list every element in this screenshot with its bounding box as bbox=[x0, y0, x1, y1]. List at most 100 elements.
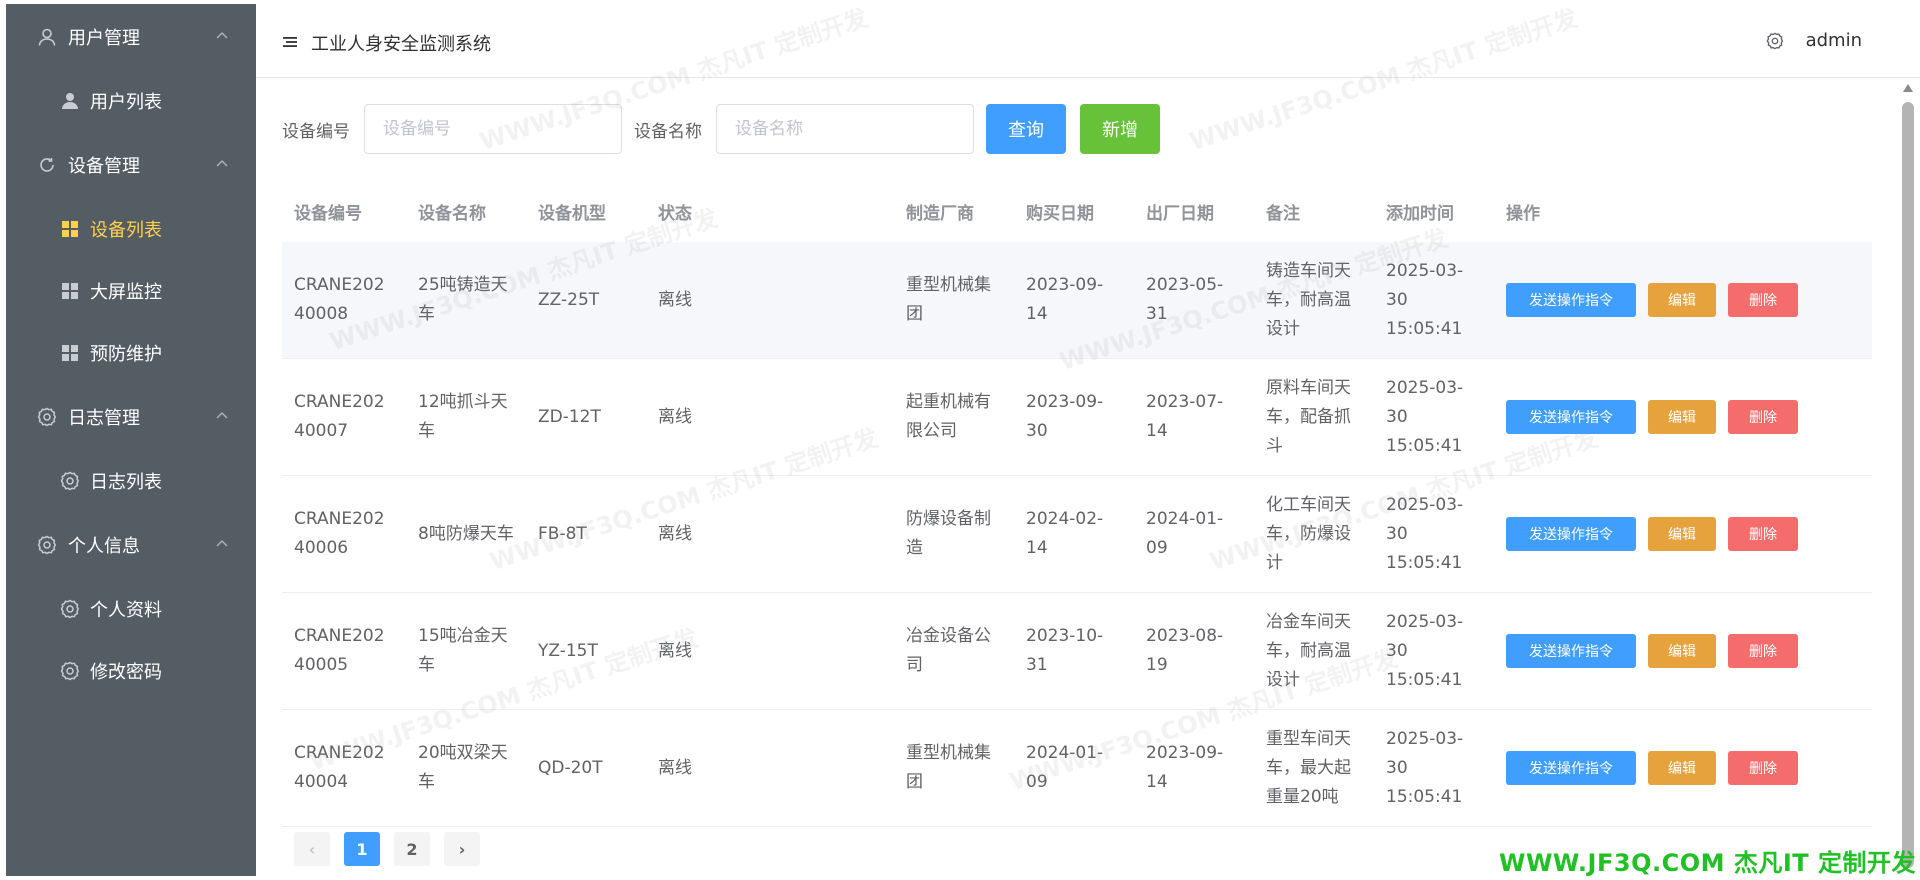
delete-button[interactable]: 删除 bbox=[1728, 634, 1798, 668]
device-name-input[interactable] bbox=[716, 104, 974, 154]
menu-toggle-icon[interactable] bbox=[282, 34, 298, 50]
table-row[interactable]: CRANE20240007 12吨抓斗天车 ZD-12T 离线 起重机械有限公司… bbox=[282, 359, 1872, 476]
cell-remark: 化工车间天车，防爆设计 bbox=[1266, 494, 1351, 573]
table-row[interactable]: CRANE20240008 25吨铸造天车 ZZ-25T 离线 重型机械集团 2… bbox=[282, 242, 1872, 359]
query-button[interactable]: 查询 bbox=[986, 104, 1066, 154]
cell-actions: 发送操作指令 编辑 删除 bbox=[1494, 400, 1872, 434]
cell-model: YZ-15T bbox=[538, 640, 598, 661]
sidebar-item-profile[interactable]: 个人资料 bbox=[6, 578, 256, 640]
cell-status: 离线 bbox=[658, 289, 692, 310]
table-row[interactable]: CRANE20240006 8吨防爆天车 FB-8T 离线 防爆设备制造 202… bbox=[282, 476, 1872, 593]
sidebar-item-label: 个人资料 bbox=[90, 600, 162, 621]
username[interactable]: admin bbox=[1806, 30, 1862, 51]
column-header: 设备编号 bbox=[294, 203, 362, 224]
cell-remark: 重型车间天车，最大起重量20吨 bbox=[1266, 728, 1351, 807]
cell-actions: 发送操作指令 编辑 删除 bbox=[1494, 517, 1872, 551]
table-row[interactable]: CRANE20240004 20吨双梁天车 QD-20T 离线 重型机械集团 2… bbox=[282, 710, 1872, 827]
cell-model: ZD-12T bbox=[538, 406, 601, 427]
sidebar-item-change-password[interactable]: 修改密码 bbox=[6, 640, 256, 702]
send-command-button[interactable]: 发送操作指令 bbox=[1506, 634, 1636, 668]
add-button[interactable]: 新增 bbox=[1080, 104, 1160, 154]
chevron-up-icon bbox=[214, 156, 230, 172]
edit-button[interactable]: 编辑 bbox=[1648, 400, 1716, 434]
sidebar-item-screen-monitor[interactable]: 大屏监控 bbox=[6, 260, 256, 322]
cell-added-time: 2025-03-30 15:05:41 bbox=[1386, 611, 1464, 690]
chevron-up-icon bbox=[214, 536, 230, 552]
cell-remark: 原料车间天车，配备抓斗 bbox=[1266, 377, 1351, 456]
gear-icon bbox=[60, 661, 80, 681]
cell-actions: 发送操作指令 编辑 删除 bbox=[1494, 751, 1872, 785]
grid-icon bbox=[60, 281, 80, 301]
delete-button[interactable]: 删除 bbox=[1728, 751, 1798, 785]
cell-maker: 防爆设备制造 bbox=[906, 509, 991, 558]
cell-added-time: 2025-03-30 15:05:41 bbox=[1386, 260, 1464, 339]
cell-remark: 冶金车间天车，耐高温设计 bbox=[1266, 611, 1351, 690]
device-name-label: 设备名称 bbox=[634, 121, 702, 142]
cell-factory-date: 2023-09-14 bbox=[1146, 743, 1224, 792]
vertical-scrollbar[interactable] bbox=[1900, 84, 1916, 876]
cell-status: 离线 bbox=[658, 757, 692, 778]
cell-factory-date: 2024-01-09 bbox=[1146, 509, 1224, 558]
cell-model: ZZ-25T bbox=[538, 289, 600, 310]
sidebar-item-label: 预防维护 bbox=[90, 344, 162, 365]
chevron-up-icon bbox=[214, 28, 230, 44]
sidebar-item-preventive-maintenance[interactable]: 预防维护 bbox=[6, 322, 256, 384]
sidebar-item-device-list[interactable]: 设备列表 bbox=[6, 198, 256, 260]
cell-maker: 重型机械集团 bbox=[906, 743, 991, 792]
prev-page-button[interactable]: ‹ bbox=[294, 832, 330, 866]
send-command-button[interactable]: 发送操作指令 bbox=[1506, 283, 1636, 317]
cell-buy-date: 2024-02-14 bbox=[1026, 509, 1104, 558]
cell-maker: 重型机械集团 bbox=[906, 275, 991, 324]
sidebar: 用户管理 用户列表 设备管理 设备列表 大屏监控 预防维护 日志管理 日志列表 … bbox=[6, 4, 256, 876]
column-header: 添加时间 bbox=[1386, 203, 1454, 224]
cell-maker: 起重机械有限公司 bbox=[906, 392, 991, 441]
cell-name: 20吨双梁天车 bbox=[418, 743, 508, 792]
scrollbar-thumb[interactable] bbox=[1902, 102, 1914, 868]
gear-icon bbox=[36, 534, 58, 556]
edit-button[interactable]: 编辑 bbox=[1648, 634, 1716, 668]
device-code-input[interactable] bbox=[364, 104, 622, 154]
cell-status: 离线 bbox=[658, 523, 692, 544]
edit-button[interactable]: 编辑 bbox=[1648, 283, 1716, 317]
cell-name: 8吨防爆天车 bbox=[418, 523, 514, 544]
cell-factory-date: 2023-05-31 bbox=[1146, 275, 1224, 324]
sidebar-group-device-management[interactable]: 设备管理 bbox=[6, 132, 256, 198]
gear-icon[interactable] bbox=[1766, 32, 1784, 50]
sidebar-item-label: 用户列表 bbox=[90, 92, 162, 113]
send-command-button[interactable]: 发送操作指令 bbox=[1506, 400, 1636, 434]
sidebar-group-personal-info[interactable]: 个人信息 bbox=[6, 512, 256, 578]
device-code-label: 设备编号 bbox=[282, 121, 350, 142]
next-page-button[interactable]: › bbox=[444, 832, 480, 866]
device-table: 设备编号 设备名称 设备机型 状态 制造厂商 购买日期 出厂日期 备注 添加时间… bbox=[282, 186, 1872, 827]
sidebar-item-user-list[interactable]: 用户列表 bbox=[6, 70, 256, 132]
user-menu[interactable]: admin bbox=[1766, 30, 1862, 51]
pagination: ‹ 1 2 › bbox=[294, 832, 494, 866]
sidebar-group-label: 个人信息 bbox=[68, 536, 140, 557]
edit-button[interactable]: 编辑 bbox=[1648, 751, 1716, 785]
sidebar-group-log-management[interactable]: 日志管理 bbox=[6, 384, 256, 450]
scroll-up-arrow-icon[interactable] bbox=[1903, 84, 1913, 92]
search-bar: 设备编号 设备名称 查询 新增 bbox=[282, 104, 1174, 154]
cell-code: CRANE20240004 bbox=[294, 743, 385, 792]
cell-buy-date: 2023-09-14 bbox=[1026, 275, 1104, 324]
delete-button[interactable]: 删除 bbox=[1728, 517, 1798, 551]
cell-buy-date: 2023-10-31 bbox=[1026, 626, 1104, 675]
cell-actions: 发送操作指令 编辑 删除 bbox=[1494, 283, 1872, 317]
column-header: 操作 bbox=[1506, 203, 1540, 224]
page-button-2[interactable]: 2 bbox=[394, 832, 430, 866]
edit-button[interactable]: 编辑 bbox=[1648, 517, 1716, 551]
delete-button[interactable]: 删除 bbox=[1728, 283, 1798, 317]
sidebar-item-log-list[interactable]: 日志列表 bbox=[6, 450, 256, 512]
gear-icon bbox=[60, 471, 80, 491]
cell-factory-date: 2023-07-14 bbox=[1146, 392, 1224, 441]
table-row[interactable]: CRANE20240005 15吨冶金天车 YZ-15T 离线 冶金设备公司 2… bbox=[282, 593, 1872, 710]
cell-code: CRANE20240007 bbox=[294, 392, 385, 441]
grid-icon bbox=[60, 343, 80, 363]
page-button-1[interactable]: 1 bbox=[344, 832, 380, 866]
send-command-button[interactable]: 发送操作指令 bbox=[1506, 751, 1636, 785]
send-command-button[interactable]: 发送操作指令 bbox=[1506, 517, 1636, 551]
column-header: 制造厂商 bbox=[906, 203, 974, 224]
sidebar-group-user-management[interactable]: 用户管理 bbox=[6, 4, 256, 70]
cell-name: 15吨冶金天车 bbox=[418, 626, 508, 675]
delete-button[interactable]: 删除 bbox=[1728, 400, 1798, 434]
